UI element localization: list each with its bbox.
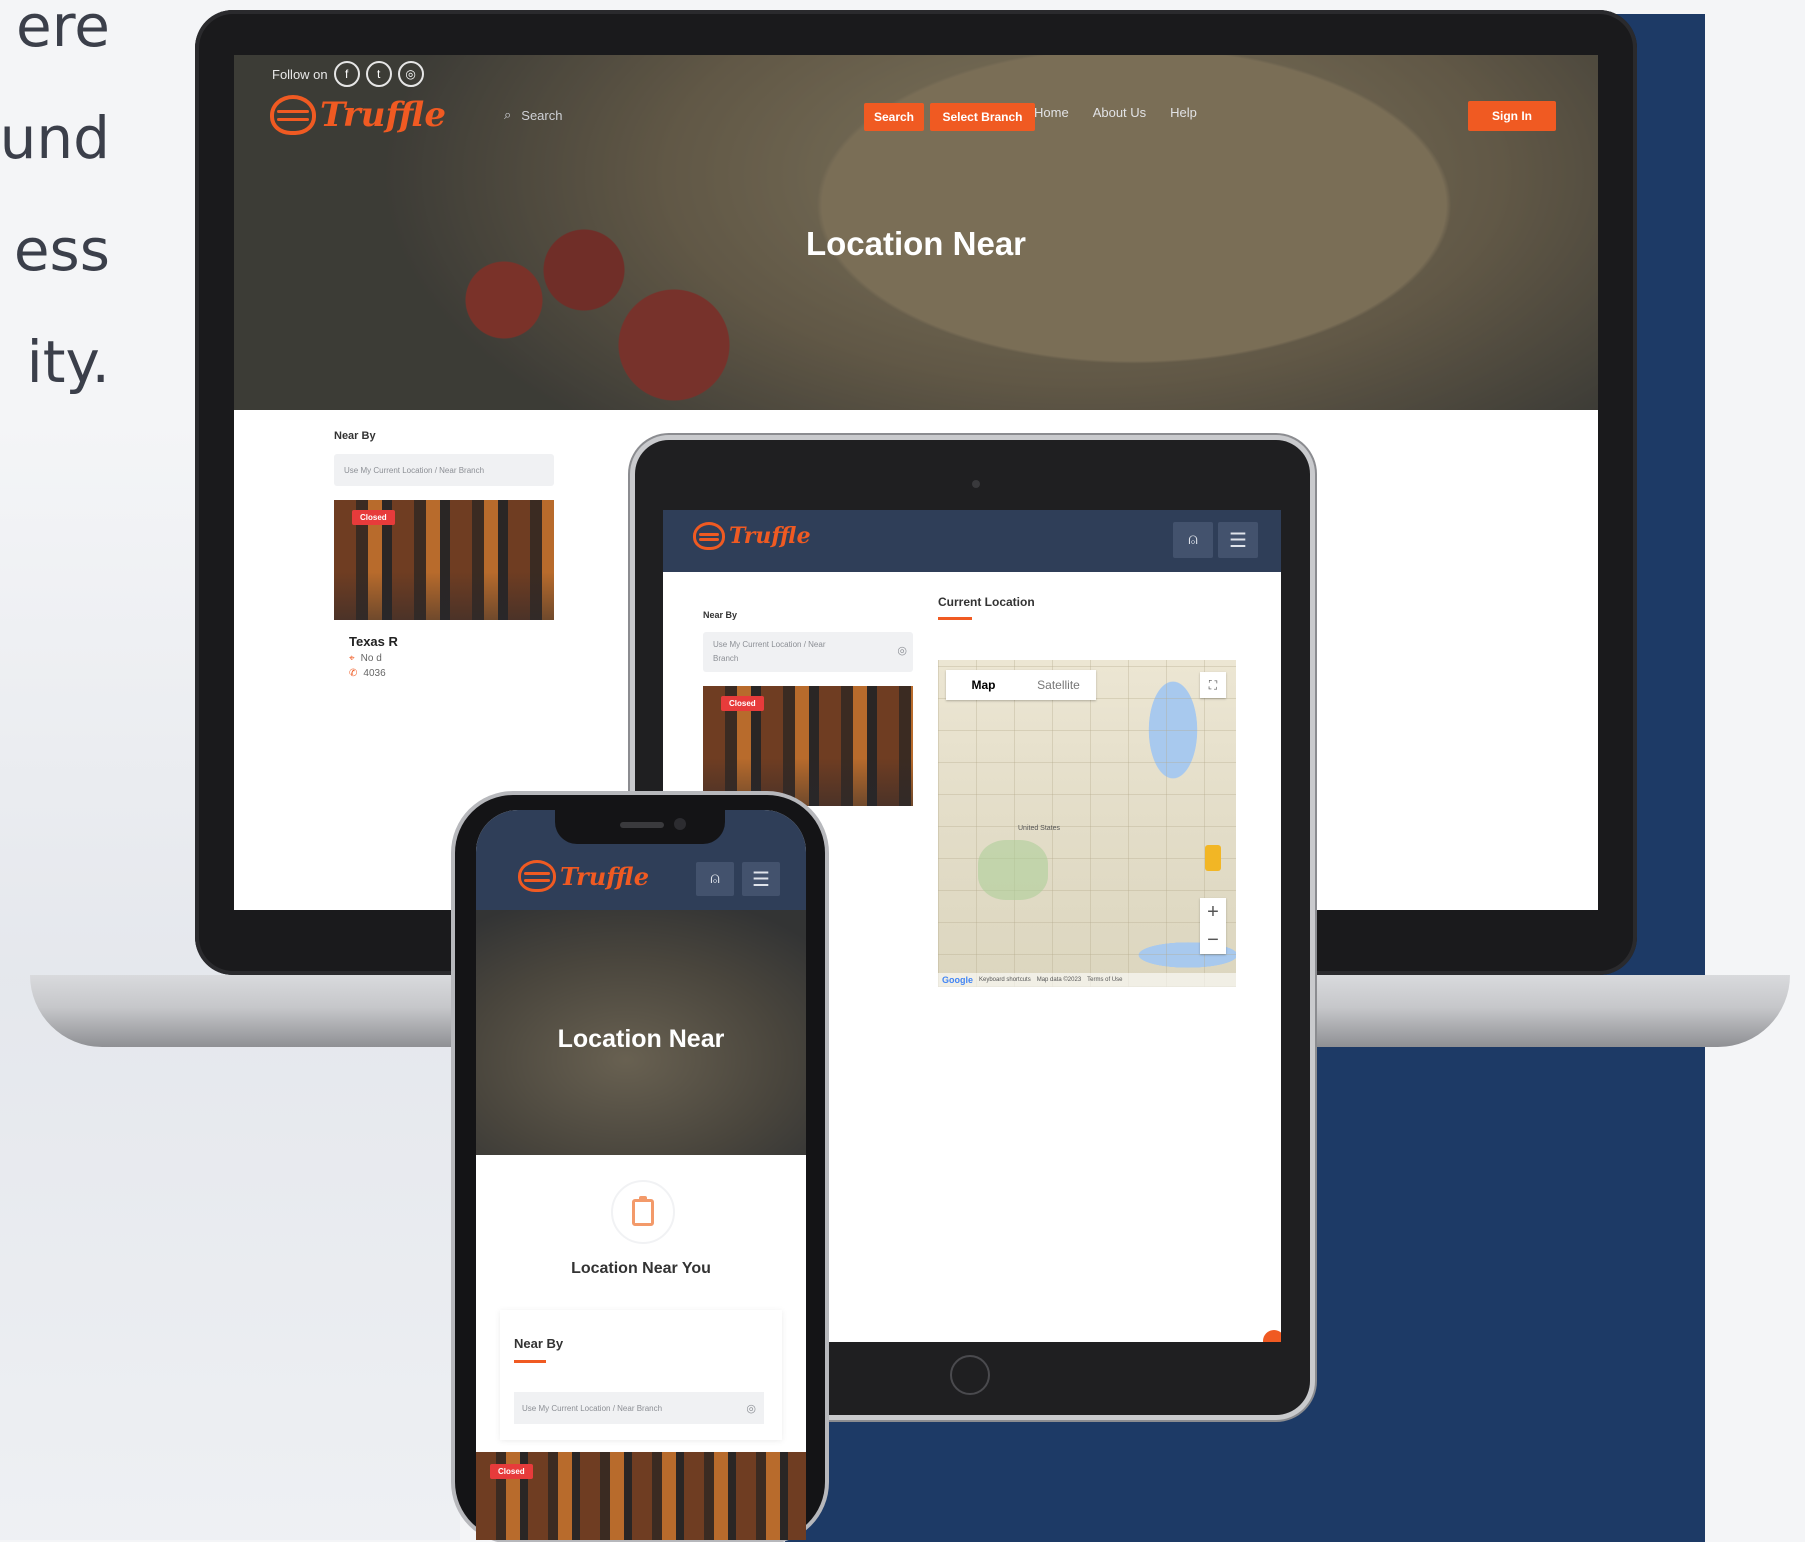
tablet-header: Truffle ⍝ ☰ [663, 510, 1281, 572]
closed-badge: Closed [490, 1464, 533, 1479]
restaurant-phone: ✆ 4036 [334, 668, 554, 679]
page-title: Location Near [557, 1025, 725, 1053]
brand-logo[interactable]: Truffle [518, 860, 649, 892]
map-footer: Google Keyboard shortcuts Map data ©2023… [938, 973, 1236, 987]
search-field[interactable]: ⌕ Search [504, 107, 562, 123]
map-label: United States [1018, 825, 1061, 832]
near-by-placeholder: Use My Current Location / Near Branch [522, 1403, 663, 1413]
title-underline [514, 1360, 546, 1363]
keyboard-shortcuts-link[interactable]: Keyboard shortcuts [979, 977, 1031, 983]
brand-logo[interactable]: Truffle [270, 95, 446, 135]
search-button[interactable]: Search [864, 103, 924, 131]
phone-text: 4036 [363, 668, 386, 679]
current-location-title: Current Location [938, 595, 1035, 609]
phone-screen: Truffle ⍝ ☰ Location Near Location Near … [476, 810, 806, 1540]
restaurant-image[interactable]: Closed [476, 1452, 806, 1540]
select-branch-button[interactable]: Select Branch [930, 103, 1035, 131]
logo-mark-icon [693, 522, 725, 550]
map-tab[interactable]: Map [946, 678, 1021, 692]
near-by-input[interactable]: Use My Current Location / Near Branch ◎ [514, 1392, 764, 1424]
pegman-icon[interactable] [1205, 845, 1221, 871]
address-text: No d [360, 653, 382, 664]
search-placeholder: Search [521, 107, 563, 123]
phone-camera [674, 818, 686, 830]
restaurant-image[interactable]: Closed [334, 500, 554, 620]
main-nav: Home About Us Help [1034, 105, 1197, 120]
nav-about[interactable]: About Us [1093, 105, 1146, 120]
closed-badge: Closed [721, 696, 764, 711]
facebook-icon[interactable]: f [333, 61, 360, 87]
near-by-card: Near By Use My Current Location / Near B… [500, 1310, 782, 1440]
zoom-control: + − [1200, 898, 1226, 954]
twitter-icon[interactable]: t [365, 61, 392, 87]
nav-home[interactable]: Home [1034, 105, 1069, 120]
title-underline [938, 617, 972, 620]
follow-bar: Follow on f t ◎ [272, 61, 424, 87]
satellite-tab[interactable]: Satellite [1021, 678, 1096, 692]
near-by-input[interactable]: Use My Current Location / Near Branch [334, 454, 554, 486]
phone-icon: ✆ [349, 668, 358, 679]
logo-mark-icon [270, 95, 316, 135]
heading-line: und [0, 104, 110, 172]
near-by-label: Near By [514, 1336, 564, 1351]
locate-icon[interactable]: ◎ [897, 644, 907, 657]
restaurant-address: ⌖ No d [334, 653, 554, 664]
follow-label: Follow on [272, 66, 328, 82]
brand-name: Truffle [729, 523, 811, 549]
page-title: Location Near [805, 225, 1027, 262]
logo-mark-icon [518, 860, 556, 892]
background-heading: ere und ess ity. [0, 0, 110, 418]
sign-in-button[interactable]: Sign In [1468, 101, 1556, 131]
clipboard-icon [611, 1180, 675, 1244]
menu-icon[interactable]: ☰ [1218, 522, 1258, 558]
instagram-icon[interactable]: ◎ [397, 61, 424, 87]
near-by-label: Near By [703, 610, 738, 620]
scroll-top-button[interactable] [1263, 1330, 1281, 1342]
brand-name: Truffle [560, 861, 649, 891]
closed-badge: Closed [352, 510, 395, 525]
tablet-camera [972, 480, 980, 488]
google-logo: Google [942, 975, 973, 985]
map-view[interactable]: United States Map Satellite ⛶ + − Google… [938, 660, 1236, 987]
near-by-placeholder: Use My Current Location / Near Branch [713, 640, 826, 663]
menu-icon[interactable]: ☰ [742, 862, 780, 896]
fullscreen-icon[interactable]: ⛶ [1200, 672, 1226, 698]
zoom-out-icon[interactable]: − [1207, 929, 1219, 952]
user-icon[interactable]: ⍝ [696, 862, 734, 896]
current-location-section: Current Location [938, 595, 1238, 620]
zoom-in-icon[interactable]: + [1207, 901, 1219, 924]
near-by-panel: Near By Use My Current Location / Near B… [703, 610, 913, 806]
restaurant-name[interactable]: Texas R [334, 634, 554, 649]
brand-name: Truffle [320, 95, 447, 135]
near-by-panel: Near By Use My Current Location / Near B… [334, 430, 554, 679]
map-data-text: Map data ©2023 [1036, 977, 1082, 983]
near-by-label: Near By [334, 430, 376, 442]
heading-line: ere [16, 0, 110, 60]
heading-line: ity. [26, 328, 110, 396]
heading-line: ess [13, 216, 110, 284]
location-pin-icon: ⌖ [349, 653, 355, 664]
near-by-input[interactable]: Use My Current Location / Near Branch ◎ [703, 632, 913, 672]
section-title: Location Near You [571, 1260, 711, 1277]
map-type-control: Map Satellite [946, 670, 1096, 700]
phone-speaker [620, 822, 664, 828]
brand-logo[interactable]: Truffle [693, 522, 811, 550]
hero-banner: Follow on f t ◎ Truffle ⌕ Search Search … [234, 55, 1598, 410]
terms-link[interactable]: Terms of Use [1087, 977, 1122, 983]
restaurant-image[interactable]: Closed [703, 686, 913, 806]
user-icon[interactable]: ⍝ [1173, 522, 1213, 558]
search-icon: ⌕ [504, 107, 512, 122]
tablet-home-button [950, 1355, 990, 1395]
locate-icon[interactable]: ◎ [746, 1402, 756, 1415]
nav-help[interactable]: Help [1170, 105, 1197, 120]
